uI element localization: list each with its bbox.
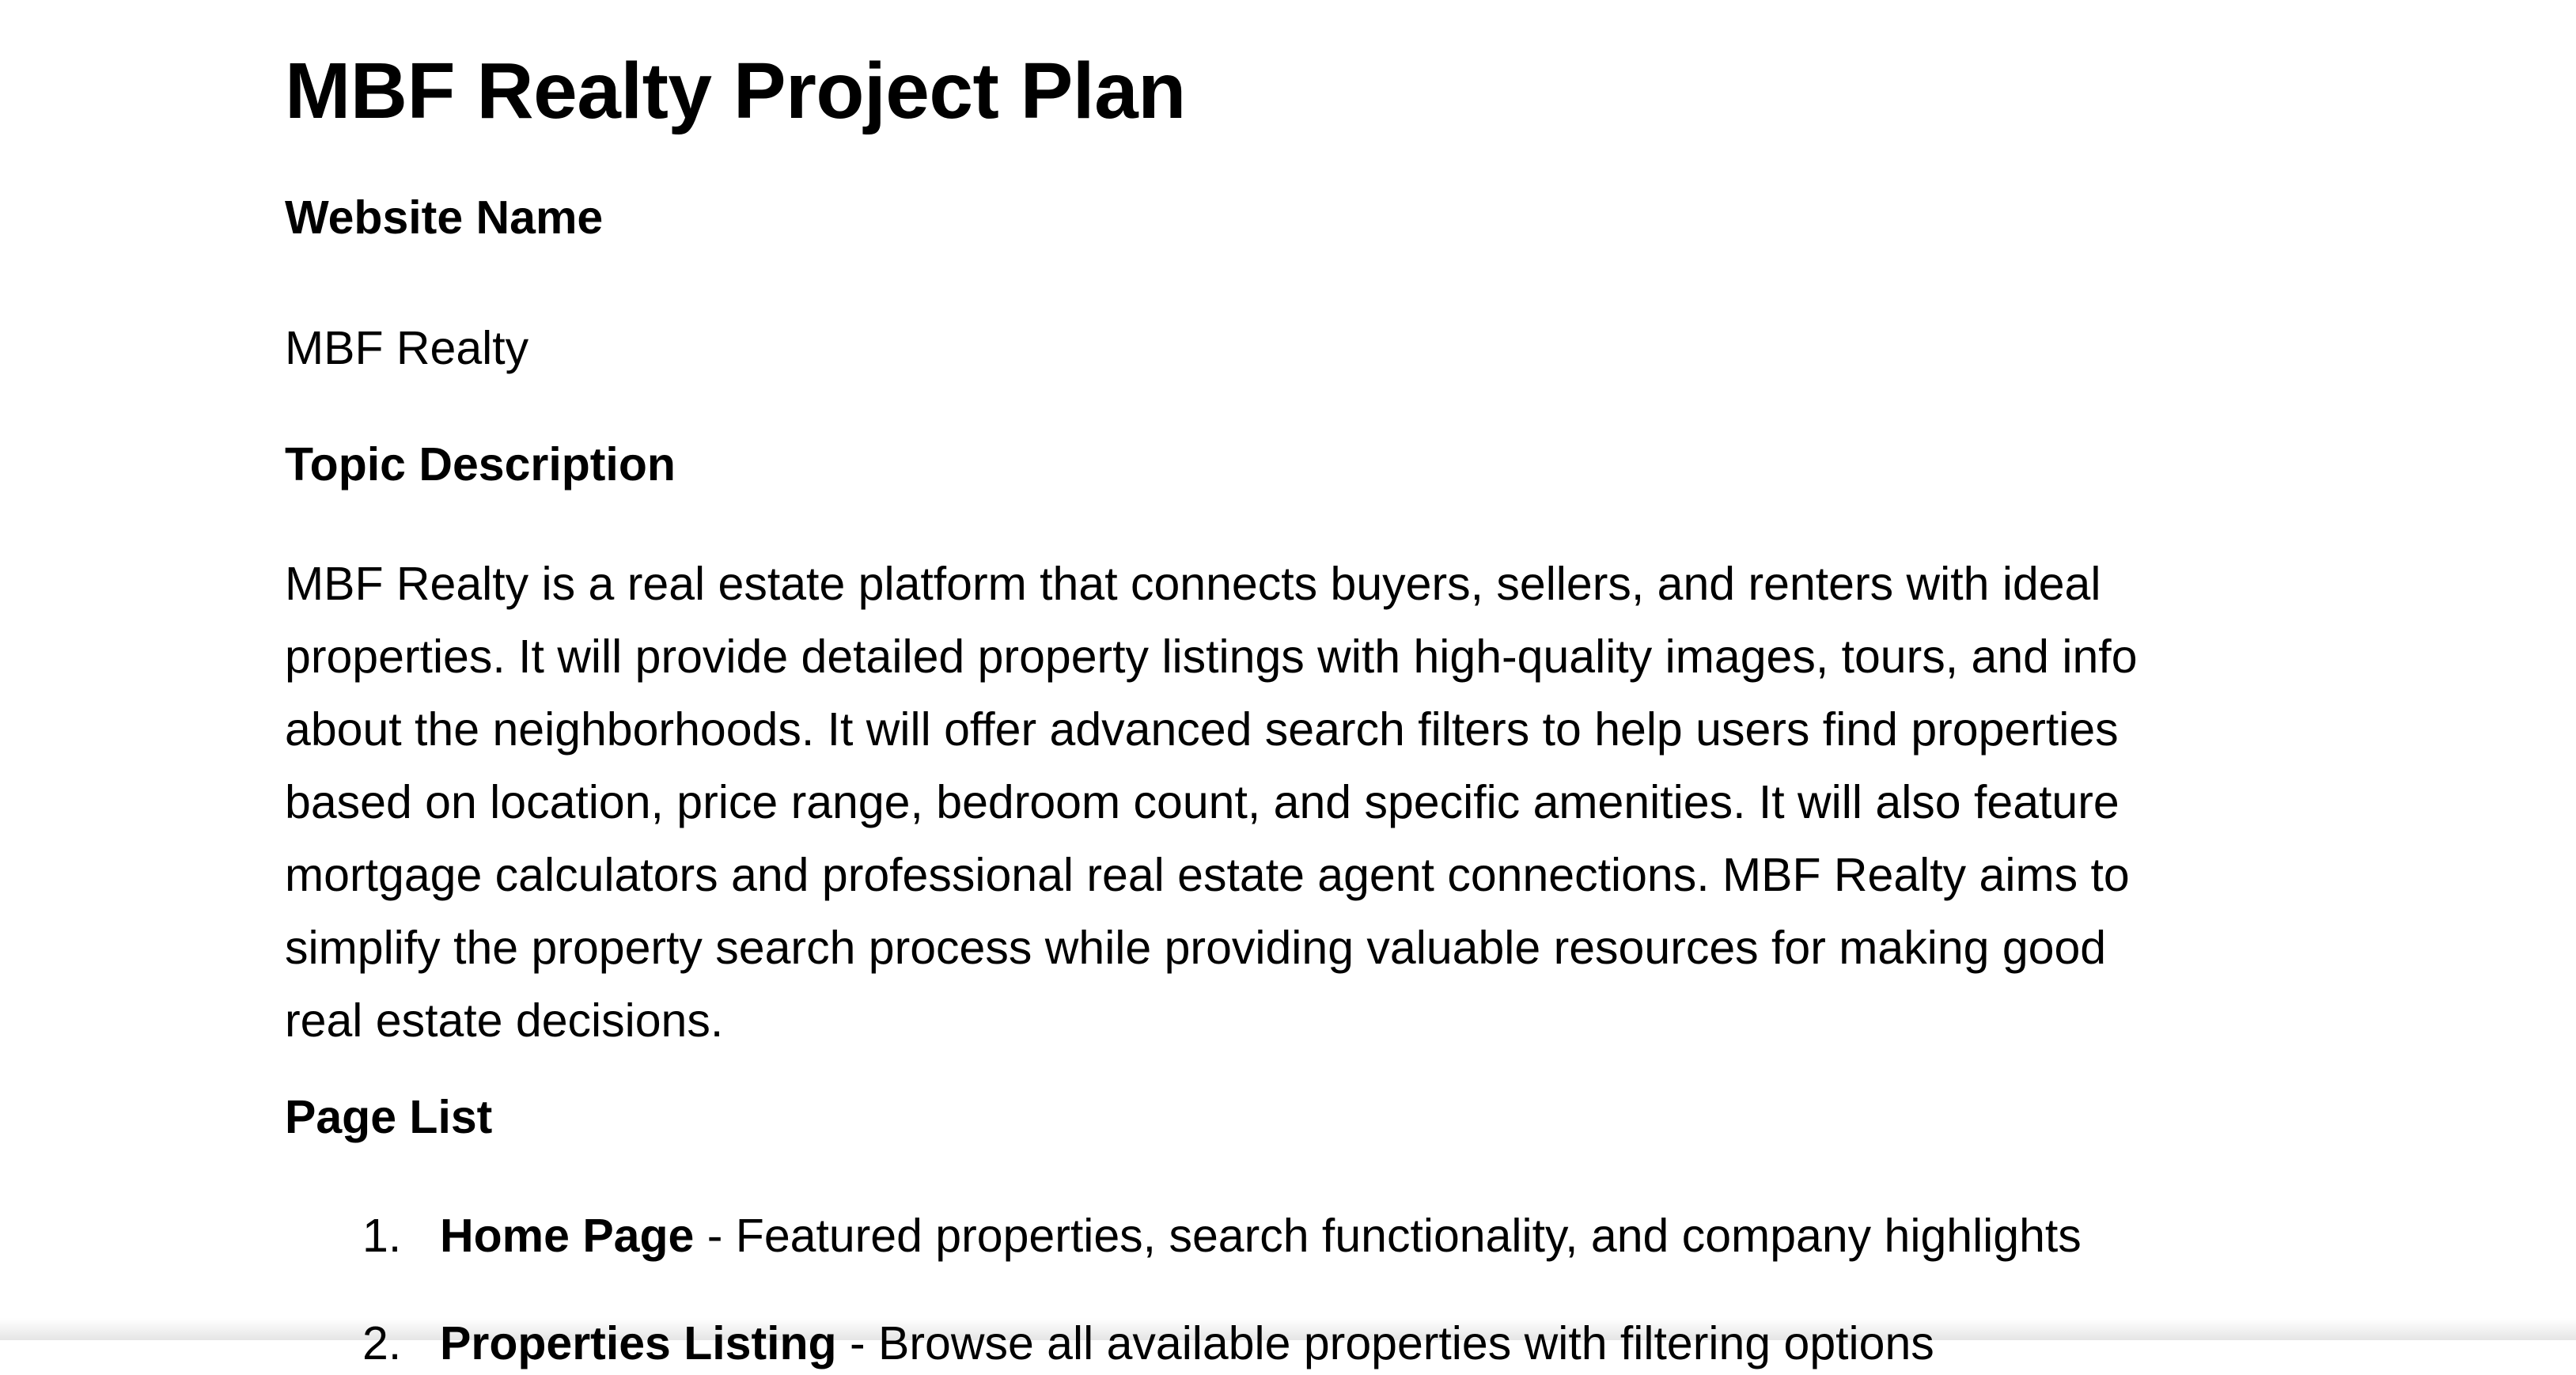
topic-description-heading: Topic Description — [285, 438, 676, 491]
document-title: MBF Realty Project Plan — [285, 47, 1186, 135]
list-item: 2. Properties Listing - Browse all avail… — [285, 1312, 2082, 1375]
website-name-text: MBF Realty — [285, 322, 529, 374]
list-item-description: - Featured properties, search functional… — [694, 1210, 2082, 1262]
topic-description-line: simplify the property search process whi… — [285, 922, 2107, 974]
page-list-heading: Page List — [285, 1091, 493, 1143]
topic-description-line: based on location, price range, bedroom … — [285, 776, 2120, 828]
topic-description-line: about the neighborhoods. It will offer a… — [285, 703, 2119, 756]
website-name-heading: Website Name — [285, 191, 604, 244]
document-page: MBF Realty Project Plan Website Name MBF… — [0, 0, 2576, 1369]
list-item-number: 1. — [362, 1210, 402, 1262]
topic-description-line: real estate decisions. — [285, 994, 724, 1047]
list-item-title: Home Page — [440, 1210, 695, 1262]
topic-description-line: properties. It will provide detailed pro… — [285, 631, 2138, 683]
topic-description-line: mortgage calculators and professional re… — [285, 849, 2130, 901]
topic-description-paragraph: MBF Realty is a real estate platform tha… — [285, 547, 2138, 1057]
list-item-title: Properties Listing — [440, 1317, 837, 1369]
topic-description-line: MBF Realty is a real estate platform tha… — [285, 558, 2101, 610]
list-item-number: 2. — [362, 1317, 402, 1369]
list-item: 1. Home Page - Featured properties, sear… — [285, 1204, 2082, 1267]
page-list: 1. Home Page - Featured properties, sear… — [285, 1204, 2082, 1375]
list-item-description: - Browse all available properties with f… — [836, 1317, 1934, 1369]
